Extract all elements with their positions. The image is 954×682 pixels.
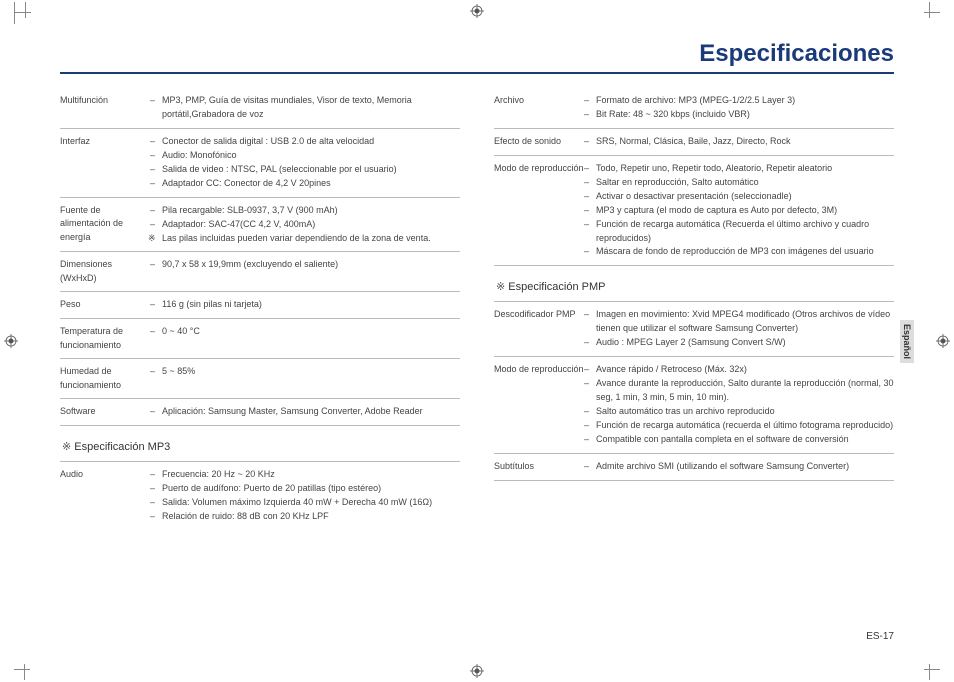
- registration-mark-icon: [470, 664, 484, 678]
- spec-item: Función de recarga automática (Recuerda …: [584, 218, 894, 246]
- spec-row: Temperatura de funcionamiento0 ~ 40 °C: [60, 318, 460, 358]
- spec-label: Multifunción: [60, 94, 150, 122]
- spec-value: 5 ~ 85%: [150, 365, 460, 392]
- spec-row: Peso116 g (sin pilas ni tarjeta): [60, 291, 460, 318]
- spec-value: Admite archivo SMI (utilizando el softwa…: [584, 460, 894, 474]
- spec-row: AudioFrecuencia: 20 Hz ~ 20 KHzPuerto de…: [60, 461, 460, 530]
- spec-item: Salida: Volumen máximo Izquierda 40 mW +…: [150, 496, 460, 510]
- spec-row: Fuente de alimentación de energíaPila re…: [60, 197, 460, 252]
- spec-row: Dimensiones (WxHxD)90,7 x 58 x 19,9mm (e…: [60, 251, 460, 291]
- spec-item: Puerto de audífono: Puerto de 20 patilla…: [150, 482, 460, 496]
- page-body: Especificaciones MultifunciónMP3, PMP, G…: [60, 40, 894, 642]
- spec-row: MultifunciónMP3, PMP, Guía de visitas mu…: [60, 88, 460, 128]
- spec-value: Formato de archivo: MP3 (MPEG-1/2/2.5 La…: [584, 94, 894, 122]
- spec-value: 90,7 x 58 x 19,9mm (excluyendo el salien…: [150, 258, 460, 285]
- spec-label: Descodificador PMP: [494, 308, 584, 350]
- spec-item: Salida de video : NTSC, PAL (seleccionab…: [150, 163, 460, 177]
- section-heading: Especificación MP3: [60, 426, 460, 461]
- spec-note: Las pilas incluidas pueden variar depend…: [150, 232, 460, 246]
- spec-label: Efecto de sonido: [494, 135, 584, 149]
- spec-item: Función de recarga automática (recuerda …: [584, 419, 894, 433]
- spec-item: Audio: Monofónico: [150, 149, 460, 163]
- spec-row: SubtítulosAdmite archivo SMI (utilizando…: [494, 453, 894, 480]
- spec-item: Activar o desactivar presentación (selec…: [584, 190, 894, 204]
- spec-item: Compatible con pantalla completa en el s…: [584, 433, 894, 447]
- registration-mark-icon: [4, 334, 18, 348]
- columns: MultifunciónMP3, PMP, Guía de visitas mu…: [60, 88, 894, 530]
- spec-item: Conector de salida digital : USB 2.0 de …: [150, 135, 460, 149]
- crop-mark: [14, 658, 36, 680]
- spec-value: Frecuencia: 20 Hz ~ 20 KHzPuerto de audí…: [150, 468, 460, 524]
- spec-row: Humedad de funcionamiento5 ~ 85%: [60, 358, 460, 398]
- spec-row: SoftwareAplicación: Samsung Master, Sams…: [60, 398, 460, 425]
- spec-label: Peso: [60, 298, 150, 312]
- spec-label: Fuente de alimentación de energía: [60, 204, 150, 246]
- crop-mark: [918, 2, 940, 24]
- registration-mark-icon: [936, 334, 950, 348]
- spec-label: Dimensiones (WxHxD): [60, 258, 150, 285]
- spec-item: Imagen en movimiento: Xvid MPEG4 modific…: [584, 308, 894, 336]
- spec-row: Modo de reproducciónTodo, Repetir uno, R…: [494, 155, 894, 266]
- spec-value: Conector de salida digital : USB 2.0 de …: [150, 135, 460, 191]
- spec-value: Imagen en movimiento: Xvid MPEG4 modific…: [584, 308, 894, 350]
- spec-item: Frecuencia: 20 Hz ~ 20 KHz: [150, 468, 460, 482]
- spec-item: Adaptador CC: Conector de 4,2 V 20pines: [150, 177, 460, 191]
- section-heading: Especificación PMP: [494, 266, 894, 301]
- page-number: ES-17: [866, 631, 894, 642]
- spec-label: Interfaz: [60, 135, 150, 191]
- spec-value: 0 ~ 40 °C: [150, 325, 460, 352]
- spec-label: Modo de reproducción: [494, 363, 584, 447]
- spec-label: Humedad de funcionamiento: [60, 365, 150, 392]
- spec-value: Pila recargable: SLB-0937, 3,7 V (900 mA…: [150, 204, 460, 246]
- right-column: ArchivoFormato de archivo: MP3 (MPEG-1/2…: [494, 88, 894, 530]
- registration-mark-icon: [470, 4, 484, 18]
- spec-row: ArchivoFormato de archivo: MP3 (MPEG-1/2…: [494, 88, 894, 128]
- spec-label: Software: [60, 405, 150, 419]
- page-title: Especificaciones: [60, 40, 894, 74]
- spec-row: Modo de reproducciónAvance rápido / Retr…: [494, 356, 894, 453]
- spec-item: Salto automático tras un archivo reprodu…: [584, 405, 894, 419]
- spec-row: Efecto de sonidoSRS, Normal, Clásica, Ba…: [494, 128, 894, 155]
- spec-item: 5 ~ 85%: [150, 365, 460, 379]
- left-column: MultifunciónMP3, PMP, Guía de visitas mu…: [60, 88, 460, 530]
- spec-value: SRS, Normal, Clásica, Baile, Jazz, Direc…: [584, 135, 894, 149]
- spec-label: Subtítulos: [494, 460, 584, 474]
- separator: [494, 480, 894, 481]
- spec-item: Formato de archivo: MP3 (MPEG-1/2/2.5 La…: [584, 94, 894, 108]
- spec-item: 116 g (sin pilas ni tarjeta): [150, 298, 460, 312]
- spec-label: Temperatura de funcionamiento: [60, 325, 150, 352]
- spec-label: Archivo: [494, 94, 584, 122]
- spec-item: Máscara de fondo de reproducción de MP3 …: [584, 245, 894, 259]
- crop-mark: [918, 658, 940, 680]
- spec-item: 90,7 x 58 x 19,9mm (excluyendo el salien…: [150, 258, 460, 272]
- spec-value: MP3, PMP, Guía de visitas mundiales, Vis…: [150, 94, 460, 122]
- spec-item: Admite archivo SMI (utilizando el softwa…: [584, 460, 894, 474]
- spec-item: Pila recargable: SLB-0937, 3,7 V (900 mA…: [150, 204, 460, 218]
- spec-item: MP3 y captura (el modo de captura es Aut…: [584, 204, 894, 218]
- spec-item: Aplicación: Samsung Master, Samsung Conv…: [150, 405, 460, 419]
- spec-value: Avance rápido / Retroceso (Máx. 32x)Avan…: [584, 363, 894, 447]
- spec-label: Audio: [60, 468, 150, 524]
- spec-row: Descodificador PMPImagen en movimiento: …: [494, 301, 894, 356]
- spec-item: Avance durante la reproducción, Salto du…: [584, 377, 894, 405]
- spec-item: SRS, Normal, Clásica, Baile, Jazz, Direc…: [584, 135, 894, 149]
- spec-item: Audio : MPEG Layer 2 (Samsung Convert S/…: [584, 336, 894, 350]
- crop-mark: [14, 2, 36, 24]
- spec-label: Modo de reproducción: [494, 162, 584, 260]
- spec-value: Aplicación: Samsung Master, Samsung Conv…: [150, 405, 460, 419]
- spec-item: Relación de ruido: 88 dB con 20 KHz LPF: [150, 510, 460, 524]
- spec-value: 116 g (sin pilas ni tarjeta): [150, 298, 460, 312]
- spec-item: Saltar en reproducción, Salto automático: [584, 176, 894, 190]
- spec-item: Adaptador: SAC-47(CC 4,2 V, 400mA): [150, 218, 460, 232]
- spec-value: Todo, Repetir uno, Repetir todo, Aleator…: [584, 162, 894, 260]
- spec-item: Avance rápido / Retroceso (Máx. 32x): [584, 363, 894, 377]
- spec-row: InterfazConector de salida digital : USB…: [60, 128, 460, 197]
- spec-item: Bit Rate: 48 ~ 320 kbps (incluido VBR): [584, 108, 894, 122]
- language-tab: Español: [900, 320, 914, 363]
- spec-item: MP3, PMP, Guía de visitas mundiales, Vis…: [150, 94, 460, 122]
- spec-item: Todo, Repetir uno, Repetir todo, Aleator…: [584, 162, 894, 176]
- spec-item: 0 ~ 40 °C: [150, 325, 460, 339]
